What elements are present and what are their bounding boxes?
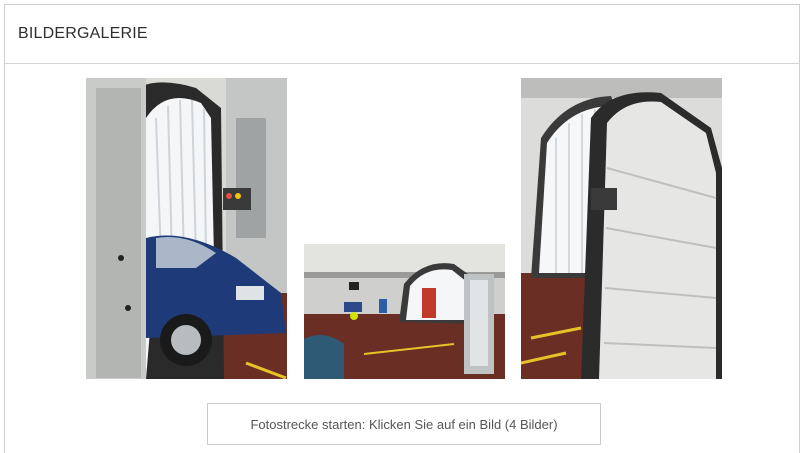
- gallery-panel: BILDERGALERIE Fotostrecke starten: Klick…: [4, 4, 800, 453]
- gallery-title: BILDERGALERIE: [5, 5, 799, 64]
- scanner-arch-closeup-photo: [521, 78, 722, 379]
- gallery-thumbnail-2[interactable]: [304, 244, 505, 379]
- start-slideshow-button[interactable]: Fotostrecke starten: Klicken Sie auf ein…: [207, 403, 601, 445]
- scanner-arch-van-photo: [86, 78, 287, 379]
- gallery-thumbnail-1[interactable]: [86, 78, 287, 379]
- workshop-overview-photo: [304, 244, 505, 379]
- gallery-thumbnail-3[interactable]: [521, 78, 722, 379]
